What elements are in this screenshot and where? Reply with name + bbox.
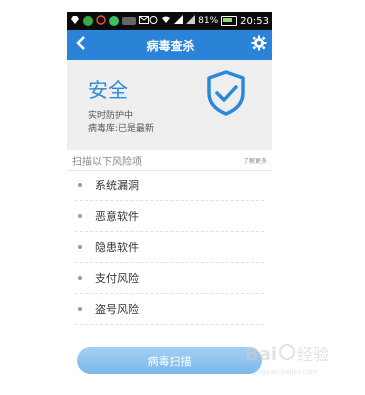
chat-icon [109, 16, 119, 26]
status-bar: 81% 20:53 [67, 12, 272, 30]
risk-label: 盗号风险 [95, 303, 139, 316]
mail-icon [139, 15, 149, 27]
svg-text:Bai: Bai [245, 344, 277, 365]
app-header: 病毒查杀 [67, 30, 272, 60]
bullet-icon [78, 214, 82, 218]
notification-icon [122, 17, 136, 25]
list-item: 盗号风险 [75, 294, 264, 325]
list-item: 系统漏洞 [75, 170, 264, 201]
gem-icon [70, 15, 80, 28]
watermark-logo: Bai 经验 jingyan.baidu.com [243, 338, 333, 378]
bullet-icon [78, 245, 82, 249]
safety-status: 安全 [88, 78, 128, 102]
realtime-protection-text: 实时防护中 [88, 111, 134, 121]
bullet-icon [78, 307, 82, 311]
signal-2-icon [186, 15, 196, 27]
risk-section-header: 扫描以下风险项 了解更多 [67, 150, 272, 171]
phone-screen: 81% 20:53 病毒查杀 安全 实时防护中 病毒库:已是最新 扫描以下风险项… [67, 12, 272, 395]
battery-percent: 81% [198, 16, 219, 26]
risk-label: 系统漏洞 [95, 179, 139, 192]
shield-check-icon [205, 69, 247, 121]
battery-icon [221, 16, 238, 26]
page-title: 病毒查杀 [146, 38, 195, 53]
refresh-icon [96, 14, 106, 28]
bullet-icon [78, 276, 82, 280]
risk-section-title: 扫描以下风险项 [72, 156, 142, 168]
gear-icon[interactable] [246, 35, 272, 55]
svg-text:经验: 经验 [297, 345, 329, 364]
signal-icon [174, 15, 184, 27]
risk-list: 系统漏洞 恶意软件 隐患软件 支付风险 盗号风险 [67, 170, 272, 325]
app-green-icon [83, 16, 93, 26]
risk-label: 恶意软件 [95, 210, 139, 223]
virus-db-text: 病毒库:已是最新 [88, 124, 155, 134]
alarm-icon [149, 15, 158, 27]
safety-panel: 安全 实时防护中 病毒库:已是最新 [67, 60, 272, 150]
risk-label: 支付风险 [95, 272, 139, 285]
wifi-icon [161, 16, 171, 27]
list-item: 支付风险 [75, 263, 264, 294]
virus-scan-button[interactable]: 病毒扫描 [77, 347, 262, 374]
clock: 20:53 [240, 15, 269, 27]
list-item: 恶意软件 [75, 201, 264, 232]
learn-more-link[interactable]: 了解更多 [243, 156, 272, 165]
risk-label: 隐患软件 [95, 241, 139, 254]
chevron-left-icon[interactable] [67, 30, 95, 60]
svg-text:jingyan.baidu.com: jingyan.baidu.com [252, 368, 318, 376]
bullet-icon [78, 183, 82, 187]
list-item: 隐患软件 [75, 232, 264, 263]
